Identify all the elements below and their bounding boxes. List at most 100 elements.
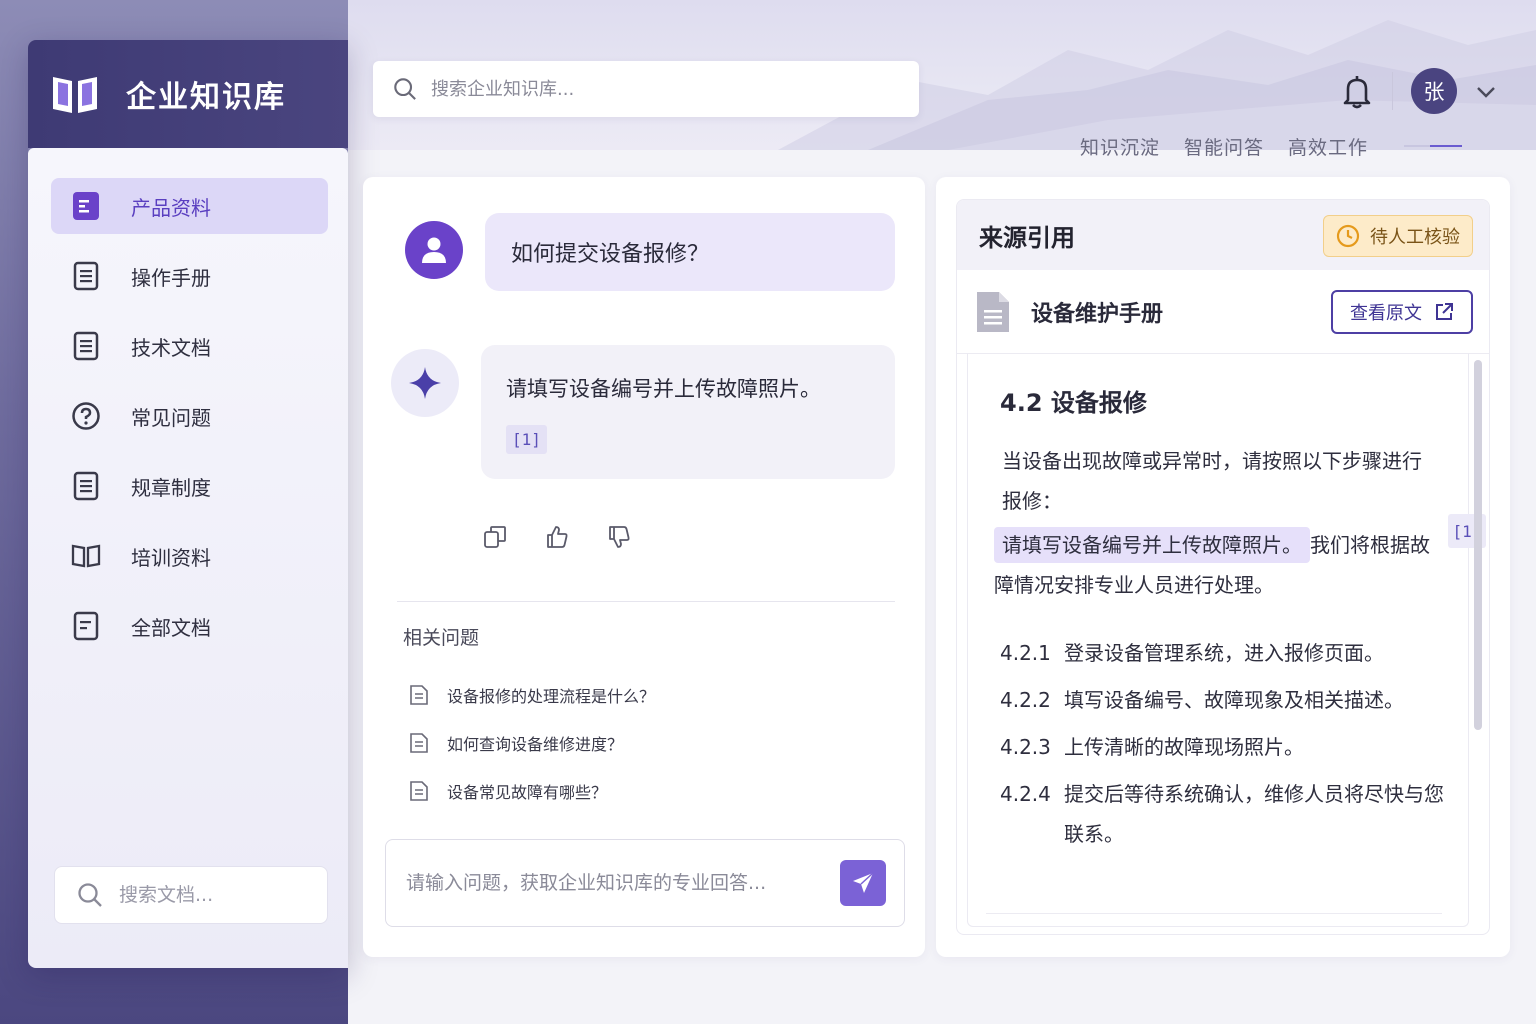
step-number: 4.2.3 <box>1000 735 1051 759</box>
step-text: 上传清晰的故障现场照片。 <box>1064 735 1304 759</box>
view-original-label: 查看原文 <box>1350 303 1422 324</box>
top-search[interactable] <box>373 61 919 117</box>
view-original-button[interactable]: 查看原文 <box>1331 290 1473 334</box>
step-item: 4.2.4 提交后等待系统确认，维修人员将尽快与您联系。 <box>1000 774 1450 854</box>
document-icon <box>410 685 428 705</box>
source-document-body: 4.2 设备报修 当设备出现故障或异常时，请按照以下步骤进行报修： 请填写设备编… <box>967 353 1469 927</box>
copy-icon[interactable] <box>483 525 507 549</box>
book-icon <box>71 541 101 571</box>
sidebar-item-tech-docs[interactable]: 技术文档 <box>51 318 328 374</box>
section-intro: 当设备出现故障或异常时，请按照以下步骤进行报修： <box>1002 449 1422 513</box>
clock-icon <box>1336 224 1360 248</box>
sidebar-item-label: 规章制度 <box>131 475 211 500</box>
sidebar-item-label: 常见问题 <box>131 405 211 430</box>
chat-input-box[interactable] <box>385 839 905 927</box>
step-number: 4.2.2 <box>1000 688 1051 712</box>
step-item: 4.2.2 填写设备编号、故障现象及相关描述。 <box>1000 680 1450 720</box>
related-question-item[interactable]: 设备常见故障有哪些？ <box>409 767 655 815</box>
source-title: 来源引用 <box>979 223 1075 252</box>
all-docs-icon <box>71 611 101 641</box>
source-panel: 来源引用 待人工核验 设备维护手册 查看原文 4.2 设备报修 当设备出现故障或… <box>936 177 1510 957</box>
sidebar-item-label: 操作手册 <box>131 265 211 290</box>
related-question-text: 如何查询设备维修进度？ <box>447 735 624 754</box>
feature-tags: 知识沉淀 智能问答 高效工作 <box>1080 133 1368 160</box>
related-question-text: 设备报修的处理流程是什么？ <box>447 687 656 706</box>
step-number: 4.2.1 <box>1000 641 1051 665</box>
thumbs-up-icon[interactable] <box>545 525 569 549</box>
tag-knowledge: 知识沉淀 <box>1080 137 1161 159</box>
document-end-line <box>986 913 1442 914</box>
user-message: 如何提交设备报修？ <box>485 213 895 291</box>
step-list: 4.2.1 登录设备管理系统，进入报修页面。 4.2.2 填写设备编号、故障现象及相… <box>1000 633 1450 861</box>
question-input[interactable] <box>406 872 826 894</box>
tag-qa: 智能问答 <box>1184 137 1265 159</box>
chat-divider <box>397 601 895 602</box>
related-questions: 设备报修的处理流程是什么？ 如何查询设备维修进度？ 设备常见故障有哪些？ <box>409 671 655 815</box>
step-item: 4.2.1 登录设备管理系统，进入报修页面。 <box>1000 633 1450 673</box>
citation-chip[interactable]: [1] <box>506 425 547 454</box>
sidebar-item-training[interactable]: 培训资料 <box>51 528 328 584</box>
thumbs-down-icon[interactable] <box>607 525 631 549</box>
manual-icon <box>71 261 101 291</box>
sidebar-nav: 产品资料 操作手册 技术文档 常见问题 规章制度 培训资料 全部文档 <box>28 148 348 654</box>
sidebar-item-faq[interactable]: 常见问题 <box>51 388 328 444</box>
header-divider <box>1392 72 1393 110</box>
highlighted-paragraph: 请填写设备编号并上传故障照片。 我们将根据故障情况安排专业人员进行处理。 <box>994 525 1444 605</box>
open-book-icon <box>53 77 97 113</box>
source-header: 来源引用 待人工核验 <box>957 200 1489 270</box>
tag-efficiency: 高效工作 <box>1288 137 1369 159</box>
sidebar-item-all-docs[interactable]: 全部文档 <box>51 598 328 654</box>
source-document-row: 设备维护手册 查看原文 <box>957 270 1489 354</box>
send-icon <box>853 872 874 893</box>
tech-doc-icon <box>71 331 101 361</box>
sidebar-item-label: 全部文档 <box>131 615 211 640</box>
pending-review-text: 待人工核验 <box>1370 227 1460 248</box>
document-icon <box>71 191 101 221</box>
source-document-name: 设备维护手册 <box>1031 301 1164 327</box>
message-actions <box>483 525 631 549</box>
tag-underline <box>1404 145 1462 147</box>
user-message-avatar <box>405 221 463 279</box>
search-icon <box>394 78 416 100</box>
related-question-text: 设备常见故障有哪些？ <box>447 783 608 802</box>
sidebar-item-label: 技术文档 <box>131 335 211 360</box>
sidebar-item-product-info[interactable]: 产品资料 <box>51 178 328 234</box>
document-scrollbar[interactable] <box>1474 360 1482 730</box>
sparkle-icon <box>409 367 441 399</box>
chevron-down-icon[interactable] <box>1474 82 1498 102</box>
related-questions-title: 相关问题 <box>403 627 480 649</box>
user-avatar[interactable]: 张 <box>1411 68 1457 114</box>
sidebar: 企业知识库 产品资料 操作手册 技术文档 常见问题 规章制度 培训资料 全部文档… <box>28 40 348 968</box>
related-question-item[interactable]: 设备报修的处理流程是什么？ <box>409 671 655 719</box>
step-text: 填写设备编号、故障现象及相关描述。 <box>1064 688 1404 712</box>
rules-icon <box>71 471 101 501</box>
sidebar-item-label: 培训资料 <box>131 545 211 570</box>
chat-panel: 如何提交设备报修？ 请填写设备编号并上传故障照片。 [1] 相关问题 设备报修的… <box>363 177 925 957</box>
document-icon <box>410 781 428 801</box>
related-question-item[interactable]: 如何查询设备维修进度？ <box>409 719 655 767</box>
question-icon <box>71 401 101 431</box>
external-link-icon <box>1436 303 1453 320</box>
sidebar-body: 产品资料 操作手册 技术文档 常见问题 规章制度 培训资料 全部文档 搜索文档.… <box>28 148 348 968</box>
ai-message: 请填写设备编号并上传故障照片。 [1] <box>481 345 895 479</box>
step-text: 登录设备管理系统，进入报修页面。 <box>1064 641 1384 665</box>
app-title: 企业知识库 <box>126 80 286 115</box>
user-question: 如何提交设备报修？ <box>511 242 710 267</box>
bell-icon[interactable] <box>1340 74 1374 110</box>
document-icon <box>410 733 428 753</box>
file-icon <box>977 291 1009 332</box>
sidebar-item-rules[interactable]: 规章制度 <box>51 458 328 514</box>
sidebar-search[interactable] <box>54 866 328 924</box>
step-item: 4.2.3 上传清晰的故障现场照片。 <box>1000 727 1450 767</box>
step-number: 4.2.4 <box>1000 782 1051 806</box>
person-icon <box>422 237 446 263</box>
ai-answer: 请填写设备编号并上传故障照片。 <box>506 377 821 401</box>
sidebar-search-input[interactable] <box>119 884 319 906</box>
highlighted-answer: 请填写设备编号并上传故障照片。 <box>994 527 1310 563</box>
sidebar-header: 企业知识库 <box>28 40 348 148</box>
knowledge-search-input[interactable] <box>431 78 891 100</box>
sidebar-item-operation-manual[interactable]: 操作手册 <box>51 248 328 304</box>
send-button[interactable] <box>840 860 886 906</box>
ai-avatar <box>391 349 459 417</box>
sidebar-item-label: 产品资料 <box>131 195 211 220</box>
